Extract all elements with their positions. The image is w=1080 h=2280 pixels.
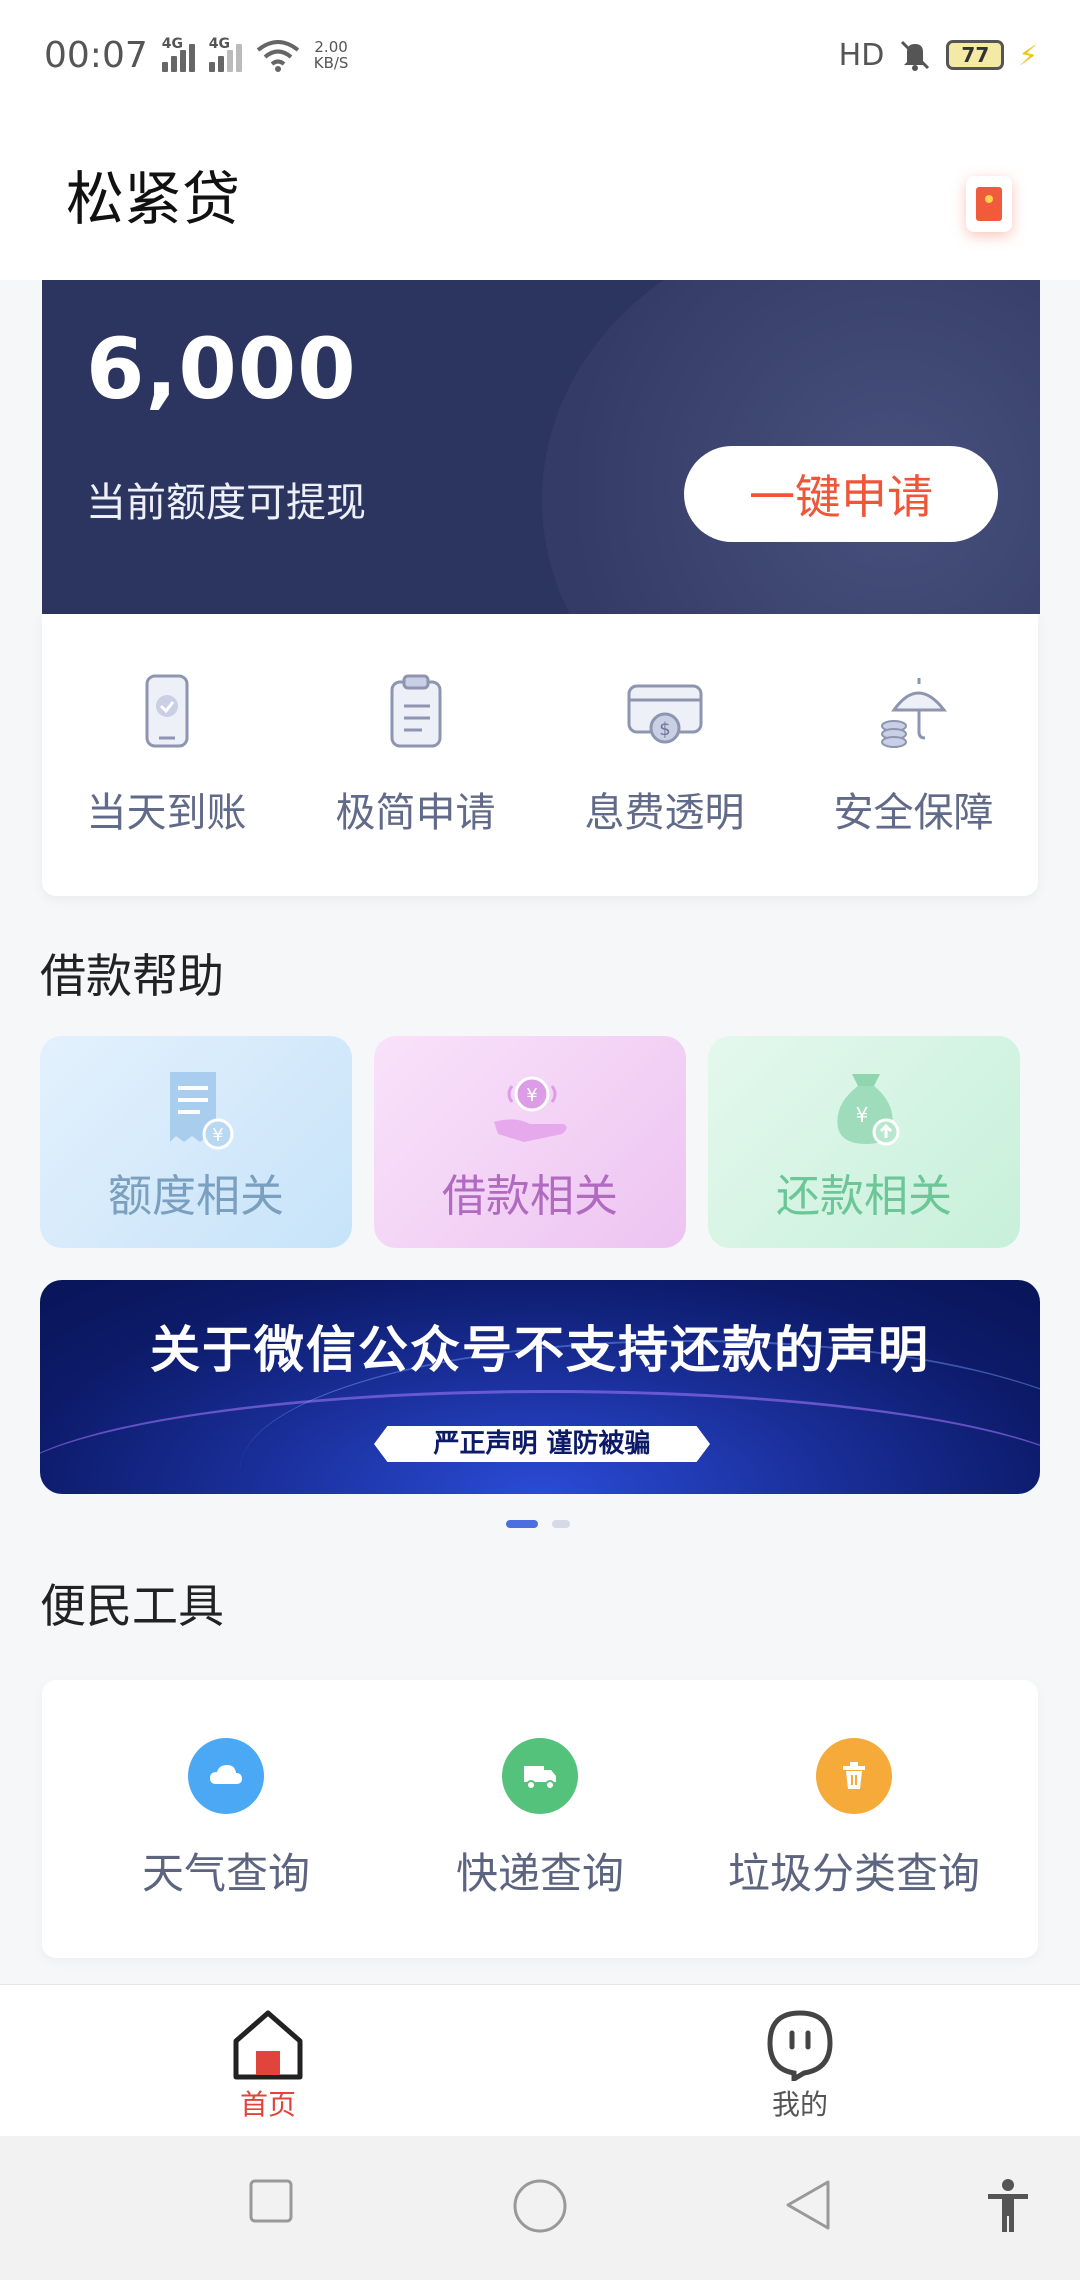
apply-button[interactable]: 一键申请 [684,446,998,542]
announcement-banner[interactable]: 关于微信公众号不支持还款的声明 严正声明 谨防被骗 [40,1280,1040,1494]
wifi-icon [256,40,299,72]
signal-icon-2: 4G [208,36,242,72]
feature-simple-apply: 极简申请 [291,614,540,896]
svg-text:$: $ [659,719,670,740]
cloud-icon [188,1738,264,1814]
carousel-indicator [506,1520,570,1528]
home-nav-icon[interactable] [512,2178,568,2234]
feature-label: 息费透明 [584,790,745,836]
tools-section-title: 便民工具 [40,1579,224,1633]
tab-home-label: 首页 [239,2088,296,2121]
network-speed: 2.00 KB/S [313,38,349,72]
help-card-label: 借款相关 [442,1171,618,1222]
clipboard-icon [390,674,441,748]
credit-limit-card: 6,000 当前额度可提现 一键申请 [42,280,1040,614]
feature-transparent-fees: $ 息费透明 [540,614,789,896]
svg-text:¥: ¥ [526,1085,537,1106]
carousel-dot-active[interactable] [506,1520,538,1528]
network-type-label: 4G [161,36,183,52]
tool-label: 垃圾分类查询 [728,1849,981,1898]
tool-weather[interactable]: 天气查询 [142,1738,310,1901]
feature-label: 安全保障 [833,790,994,836]
back-icon[interactable] [784,2178,832,2232]
banner-title: 关于微信公众号不支持还款的声明 [150,1321,930,1379]
phone-check-icon [145,674,188,748]
help-card-repay[interactable]: ¥ 还款相关 [708,1036,1020,1248]
battery-indicator: 77 [946,40,1005,70]
tab-mine-label: 我的 [771,2088,828,2121]
tool-garbage[interactable]: 垃圾分类查询 [728,1738,980,1901]
red-envelope-icon[interactable] [966,176,1012,232]
profile-face-icon [767,2010,833,2081]
bottom-tab-bar: 首页 我的 [0,1984,1080,2136]
tool-express[interactable]: 快递查询 [456,1738,624,1901]
home-icon [233,2010,303,2080]
help-card-limit[interactable]: ¥ 额度相关 [40,1036,352,1248]
card-dollar-icon: $ [627,684,702,744]
app-header: 松紧贷 [0,110,1080,280]
tools-card: 天气查询 快递查询 垃圾分类查询 [42,1680,1038,1958]
help-card-borrow[interactable]: ¥ 借款相关 [374,1036,686,1248]
recent-apps-icon[interactable] [248,2178,294,2224]
tab-mine[interactable]: 我的 [764,2007,836,2123]
feature-security: 安全保障 [789,614,1038,896]
signal-icon: 4G [161,36,195,72]
hd-indicator: HD [838,37,885,73]
help-card-label: 还款相关 [776,1171,952,1222]
accessibility-icon[interactable] [984,2178,1032,2236]
status-bar: 00:07 4G 4G 2.00 KB/S HD 77 ⚡ [0,0,1080,110]
receipt-yen-icon: ¥ [170,1072,234,1150]
umbrella-coins-icon [880,678,947,748]
tab-home[interactable]: 首页 [230,2007,306,2123]
carousel-dot[interactable] [552,1520,570,1528]
credit-subtitle: 当前额度可提现 [86,480,366,526]
truck-icon [502,1738,578,1814]
money-bag-icon: ¥ [837,1074,900,1146]
charging-icon: ⚡ [1018,38,1038,72]
feature-strip: 当天到账 极简申请 $ 息费透明 安全保障 [42,614,1038,896]
help-section-title: 借款帮助 [40,949,224,1003]
banner-tag: 严正声明 谨防被骗 [374,1426,710,1462]
credit-amount: 6,000 [86,320,357,418]
bell-muted-icon [901,40,930,71]
page-title: 松紧贷 [66,165,241,233]
system-nav-bar [0,2136,1080,2280]
feature-same-day: 当天到账 [42,614,291,896]
network-type-label-2: 4G [208,36,230,52]
hand-coin-icon: ¥ [494,1076,567,1142]
help-card-label: 额度相关 [108,1171,284,1222]
svg-text:¥: ¥ [856,1103,869,1127]
feature-label: 极简申请 [335,790,496,836]
svg-text:¥: ¥ [212,1125,223,1146]
trash-icon [816,1738,892,1814]
tool-label: 天气查询 [142,1849,311,1898]
tool-label: 快递查询 [456,1849,625,1898]
status-time: 00:07 [44,34,148,76]
feature-label: 当天到账 [86,790,247,836]
